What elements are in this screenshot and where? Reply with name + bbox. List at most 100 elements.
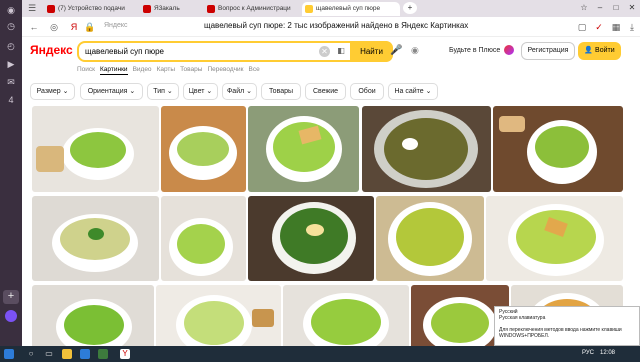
image-result[interactable] bbox=[161, 196, 246, 281]
image-soup bbox=[535, 126, 589, 168]
bookmark-icon[interactable]: ▢ bbox=[576, 21, 588, 33]
lock-icon: 🔒 bbox=[84, 22, 96, 32]
yandex-browser-icon[interactable]: Y bbox=[120, 349, 130, 359]
yandex-favicon-icon: Я bbox=[70, 22, 78, 32]
minimize-icon[interactable]: – bbox=[593, 2, 607, 14]
camera-icon[interactable]: ◧ bbox=[335, 46, 347, 58]
app-icon[interactable] bbox=[98, 349, 108, 359]
service-search[interactable]: Поиск bbox=[77, 66, 95, 73]
alice-icon[interactable] bbox=[5, 310, 17, 322]
bookmarks-icon[interactable]: ☆ bbox=[577, 2, 591, 14]
language-indicator[interactable]: РУС bbox=[582, 350, 594, 356]
tab-favicon-icon bbox=[47, 5, 55, 13]
image-soup bbox=[184, 301, 244, 345]
translate-icon[interactable]: ✓ bbox=[593, 21, 605, 33]
page-title[interactable]: щавелевый суп пюре: 2 тыс изображений на… bbox=[204, 21, 468, 30]
search-button[interactable]: Найти bbox=[350, 41, 393, 62]
menu-icon[interactable]: ☰ bbox=[26, 2, 38, 14]
image-result[interactable] bbox=[362, 106, 491, 192]
plus-icon[interactable] bbox=[504, 45, 514, 55]
filter-orientation[interactable]: Ориентация ⌄ bbox=[80, 83, 143, 100]
filter-goods[interactable]: Товары bbox=[261, 83, 301, 100]
image-result[interactable] bbox=[161, 106, 246, 192]
image-soup bbox=[70, 132, 126, 168]
filter-file[interactable]: Файл ⌄ bbox=[222, 83, 257, 100]
counter-icon[interactable]: 4 bbox=[5, 94, 17, 106]
collections-icon[interactable]: ▦ bbox=[610, 21, 622, 33]
maximize-icon[interactable]: □ bbox=[609, 2, 623, 14]
image-herb bbox=[88, 228, 104, 240]
image-bread bbox=[499, 116, 525, 132]
search-header: Яндекс щавелевый суп пюре ✕ ◧ Найти 🎤 ◉ … bbox=[22, 37, 640, 65]
filter-color[interactable]: Цвет ⌄ bbox=[183, 83, 218, 100]
search-icon[interactable]: ○ bbox=[26, 349, 36, 359]
image-soup bbox=[396, 208, 464, 266]
yandex-logo[interactable]: Яндекс bbox=[30, 43, 73, 57]
image-result[interactable] bbox=[32, 285, 154, 346]
windows-start-icon[interactable] bbox=[4, 349, 14, 359]
new-tab-icon[interactable]: + bbox=[403, 2, 417, 14]
mail-icon[interactable]: ✉ bbox=[5, 76, 17, 88]
image-soup bbox=[516, 210, 596, 264]
image-soup bbox=[384, 118, 468, 180]
login-button[interactable]: 👤 Войти bbox=[578, 42, 621, 60]
close-icon[interactable]: ✕ bbox=[625, 2, 639, 14]
image-result[interactable] bbox=[156, 285, 281, 346]
tab-3[interactable]: Вопрос к Администраци bbox=[204, 2, 296, 16]
history-icon[interactable]: ◷ bbox=[5, 20, 17, 32]
back-icon[interactable]: ← bbox=[28, 21, 40, 33]
image-result[interactable] bbox=[32, 106, 159, 192]
image-result[interactable] bbox=[32, 196, 159, 281]
service-all[interactable]: Все bbox=[249, 66, 260, 73]
filter-on-site[interactable]: На сайте ⌄ bbox=[388, 83, 438, 100]
image-result[interactable] bbox=[376, 196, 484, 281]
task-view-icon[interactable]: ▭ bbox=[44, 349, 54, 359]
clock[interactable]: 12:08 bbox=[600, 350, 615, 356]
image-result[interactable] bbox=[283, 285, 409, 346]
tab-favicon-icon bbox=[143, 5, 151, 13]
explorer-icon[interactable] bbox=[62, 349, 72, 359]
logo-text: Яндекс bbox=[30, 43, 73, 57]
store-icon[interactable] bbox=[80, 349, 90, 359]
plus-link[interactable]: Будьте в Плюсе bbox=[449, 47, 500, 54]
filter-type[interactable]: Тип ⌄ bbox=[147, 83, 179, 100]
play-icon[interactable]: ▶ bbox=[5, 58, 17, 70]
tab-label: Вопрос к Администраци bbox=[218, 5, 291, 12]
yandex-browser-icon[interactable]: ◉ bbox=[5, 4, 17, 16]
filter-size[interactable]: Размер ⌄ bbox=[30, 83, 75, 100]
service-maps[interactable]: Карты bbox=[157, 66, 176, 73]
image-result[interactable] bbox=[248, 106, 359, 192]
lens-icon[interactable]: ◉ bbox=[411, 45, 419, 56]
service-translate[interactable]: Переводчик bbox=[207, 66, 243, 73]
tab-1[interactable]: (7) Устройство подачи bbox=[44, 2, 134, 16]
url-domain[interactable]: Яндекс bbox=[104, 22, 128, 29]
tab-bar: ☰ (7) Устройство подачи Я3акаль Вопрос к… bbox=[22, 0, 640, 17]
tab-2[interactable]: Я3акаль bbox=[140, 2, 196, 16]
service-nav: Поиск Картинки Видео Карты Товары Переводчик В… bbox=[77, 66, 265, 76]
add-panel-icon[interactable]: + bbox=[3, 290, 19, 304]
image-result[interactable] bbox=[493, 106, 623, 192]
tab-label: щавелевый суп пюре bbox=[316, 5, 381, 12]
search-input[interactable]: щавелевый суп пюре bbox=[85, 47, 164, 56]
image-soup bbox=[64, 305, 124, 345]
service-video[interactable]: Видео bbox=[133, 66, 152, 73]
image-result[interactable] bbox=[486, 196, 623, 281]
service-images[interactable]: Картинки bbox=[100, 66, 128, 75]
search-box[interactable]: щавелевый суп пюре ✕ ◧ Найти bbox=[77, 41, 393, 62]
image-bread bbox=[36, 146, 64, 172]
protect-icon[interactable]: ◎ bbox=[48, 21, 60, 33]
image-result[interactable] bbox=[248, 196, 374, 281]
filter-fresh[interactable]: Свежие bbox=[305, 83, 346, 100]
clear-icon[interactable]: ✕ bbox=[319, 46, 330, 57]
address-bar[interactable]: ← ◎ Я 🔒 Яндекс щавелевый суп пюре: 2 тыс… bbox=[22, 17, 640, 37]
filter-wallpapers[interactable]: Обои bbox=[350, 83, 384, 100]
image-soup bbox=[177, 224, 225, 264]
register-button[interactable]: Регистрация bbox=[521, 42, 575, 60]
microphone-icon[interactable]: 🎤 bbox=[390, 45, 402, 56]
tab-favicon-icon bbox=[305, 5, 313, 13]
download-icon[interactable]: ⤓ bbox=[626, 21, 638, 33]
tab-label: (7) Устройство подачи bbox=[58, 5, 125, 12]
tab-4-active[interactable]: щавелевый суп пюре bbox=[302, 2, 400, 16]
clock-icon[interactable]: ◴ bbox=[5, 40, 17, 52]
service-goods[interactable]: Товары bbox=[180, 66, 202, 73]
